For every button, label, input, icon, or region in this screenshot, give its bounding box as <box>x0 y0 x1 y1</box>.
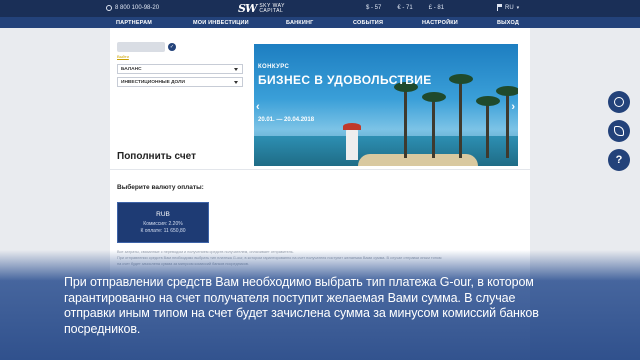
logout-link[interactable]: Выйти <box>117 54 129 59</box>
balance-select-label: БАЛАНС <box>121 67 142 72</box>
rate-usd: $ - 57 <box>366 5 382 11</box>
nav-logout[interactable]: ВЫХОД <box>497 20 519 26</box>
username-redacted <box>117 42 165 52</box>
divider <box>110 169 530 170</box>
page-title: Пополнить счет <box>117 151 196 162</box>
logo-text: SKY WAY CAPITAL <box>259 3 285 14</box>
currency-option-rub[interactable]: RUB Комиссия: 2.20% К оплате: 11 650,80 <box>117 202 209 243</box>
help-icon: ? <box>615 154 623 166</box>
currency-to-pay: К оплате: 11 650,80 <box>140 228 186 234</box>
verified-check-icon: ✓ <box>168 43 176 51</box>
caret-down-icon <box>234 81 238 84</box>
rate-gbp: £ - 81 <box>428 5 445 11</box>
help-button[interactable]: ? <box>608 149 630 171</box>
logo-line-2: CAPITAL <box>259 7 284 14</box>
phone-icon <box>106 5 112 11</box>
palm-tree-image <box>496 86 518 158</box>
nav-banking[interactable]: БАНКИНГ <box>286 20 314 26</box>
logo-mark: SW <box>238 2 257 15</box>
palm-tree-image <box>476 96 500 158</box>
currency-commission: Комиссия: 2.20% <box>143 221 183 227</box>
banner-next-arrow-icon[interactable]: › <box>511 101 515 113</box>
banner-kicker: КОНКУРС <box>258 64 290 70</box>
banner-title: БИЗНЕС В УДОВОЛЬСТВИЕ <box>258 73 432 87</box>
banner-prev-arrow-icon[interactable]: ‹ <box>256 101 260 113</box>
nav-settings[interactable]: НАСТРОЙКИ <box>422 20 458 26</box>
palm-tree-image <box>394 82 418 158</box>
currency-select-label: Выберите валюту оплаты: <box>117 184 204 191</box>
call-button[interactable] <box>608 120 630 142</box>
currency-code: RUB <box>156 211 170 218</box>
phone-number: 8 800 100-98-20 <box>115 5 160 11</box>
skype-button[interactable] <box>608 91 630 113</box>
top-bar: 8 800 100-98-20 SW SKY WAY CAPITAL $ - 5… <box>0 0 640 17</box>
currency-rates: $ - 57 € - 71 £ - 81 <box>366 5 444 11</box>
language-selector[interactable]: RU ▾ <box>497 4 519 11</box>
investment-shares-label: ИНВЕСТИЦИОННЫЕ ДОЛИ <box>121 80 185 85</box>
lighthouse-image <box>343 123 361 160</box>
nav-events[interactable]: СОБЫТИЯ <box>353 20 383 26</box>
nav-partners[interactable]: ПАРТНЕРАМ <box>116 20 152 26</box>
skype-icon <box>614 97 624 107</box>
phone-contact[interactable]: 8 800 100-98-20 <box>106 5 159 11</box>
phone-icon <box>614 126 624 136</box>
banner-dates: 20.01. — 20.04.2018 <box>258 117 315 123</box>
investment-shares-select[interactable]: ИНВЕСТИЦИОННЫЕ ДОЛИ <box>117 77 243 87</box>
promo-banner[interactable]: КОНКУРС БИЗНЕС В УДОВОЛЬСТВИЕ 20.01. — 2… <box>254 44 518 166</box>
balance-select[interactable]: БАЛАНС <box>117 64 243 74</box>
language-label: RU <box>505 4 514 11</box>
flag-icon <box>497 4 502 11</box>
palm-tree-image <box>449 74 473 158</box>
main-nav: ПАРТНЕРАМ МОИ ИНВЕСТИЦИИ БАНКИНГ СОБЫТИЯ… <box>0 17 640 28</box>
caret-down-icon <box>234 68 238 71</box>
palm-tree-image <box>422 92 446 158</box>
video-subtitle: При отправлении средств Вам необходимо в… <box>64 275 539 336</box>
logo[interactable]: SW SKY WAY CAPITAL <box>238 2 285 15</box>
rate-eur: € - 71 <box>397 5 413 11</box>
nav-my-investments[interactable]: МОИ ИНВЕСТИЦИИ <box>193 20 249 26</box>
chevron-down-icon: ▾ <box>516 4 520 11</box>
